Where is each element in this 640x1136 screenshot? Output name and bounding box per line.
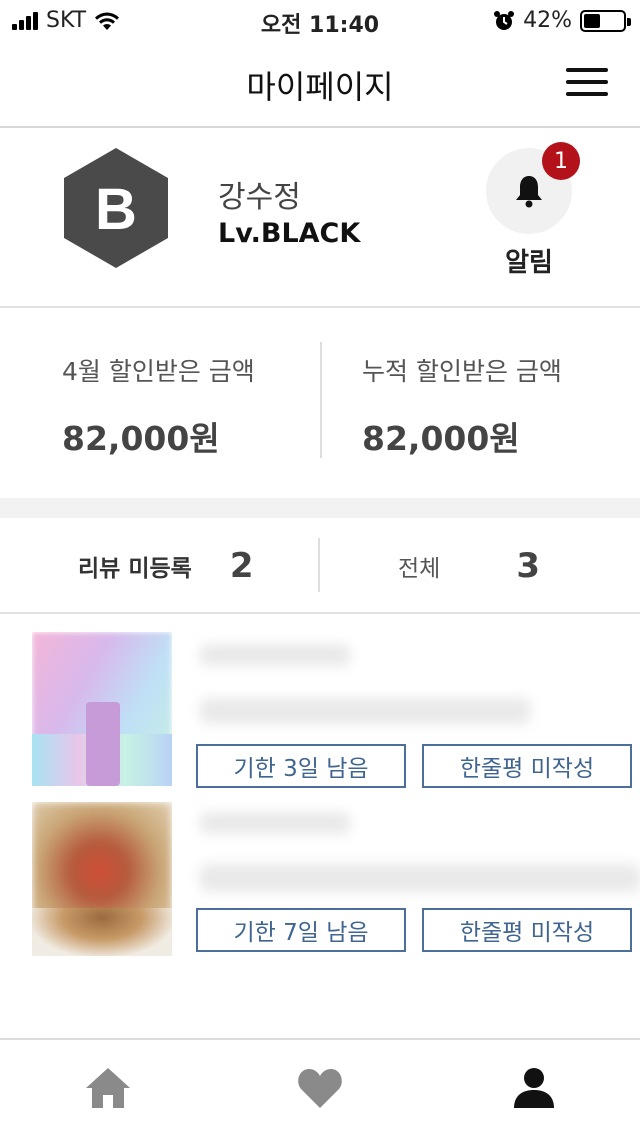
total-discount-label: 누적 할인받은 금액	[362, 357, 562, 386]
blurred-brand	[200, 812, 350, 834]
user-name: 강수정	[218, 180, 301, 215]
user-icon[interactable]	[510, 1064, 558, 1112]
monthly-discount: 4월 할인받은 금액 82,000원	[62, 352, 255, 460]
review-status-tag[interactable]: 한줄평 미작성	[422, 908, 632, 952]
battery-icon	[580, 9, 631, 32]
profile-section: B 강수정 Lv.BLACK 1 알림	[0, 130, 640, 308]
tab-review-unregistered-count: 2	[229, 546, 254, 586]
list-item[interactable]: 기한 3일 남음 한줄평 미작성	[0, 630, 640, 790]
blurred-product-name	[200, 698, 530, 724]
status-bar: SKT 오전 11:40 42%	[0, 0, 640, 40]
notification-button[interactable]: 1 알림	[486, 142, 580, 279]
tab-review-all-count: 3	[516, 546, 540, 586]
blurred-product-name	[200, 864, 640, 892]
grade-badge-icon: B	[64, 148, 168, 268]
discount-summary: 4월 할인받은 금액 82,000원 누적 할인받은 금액 82,000원	[0, 310, 640, 498]
divider	[318, 538, 320, 592]
tab-review-all[interactable]: 전체 3	[398, 546, 540, 586]
product-thumbnail	[32, 802, 172, 956]
heart-icon[interactable]	[296, 1064, 344, 1112]
battery-percent: 42%	[523, 8, 572, 33]
notification-count-badge: 1	[542, 142, 580, 180]
home-icon[interactable]	[84, 1064, 132, 1112]
total-discount: 누적 할인받은 금액 82,000원	[362, 352, 562, 460]
monthly-discount-value: 82,000원	[62, 419, 220, 458]
tab-review-unregistered-label: 리뷰 미등록	[78, 556, 192, 582]
deadline-tag[interactable]: 기한 3일 남음	[196, 744, 406, 788]
product-thumbnail	[32, 632, 172, 786]
monthly-discount-label: 4월 할인받은 금액	[62, 357, 255, 386]
list-item[interactable]: 기한 7일 남음 한줄평 미작성	[0, 802, 640, 962]
tab-review-unregistered[interactable]: 리뷰 미등록 2	[78, 546, 253, 586]
deadline-tag[interactable]: 기한 7일 남음	[196, 908, 406, 952]
tab-review-all-label: 전체	[398, 556, 441, 582]
menu-icon[interactable]	[566, 68, 608, 96]
alarm-clock-icon	[494, 10, 515, 30]
total-discount-value: 82,000원	[362, 419, 520, 458]
review-tabs: 리뷰 미등록 2 전체 3	[0, 518, 640, 614]
notification-label: 알림	[505, 248, 553, 278]
divider	[320, 342, 322, 458]
bottom-tab-bar	[0, 1038, 640, 1136]
page-title: 마이페이지	[246, 68, 394, 106]
grade-letter: B	[95, 177, 137, 242]
blurred-brand	[200, 644, 350, 666]
nav-bar: 마이페이지	[0, 40, 640, 128]
review-status-tag[interactable]: 한줄평 미작성	[422, 744, 632, 788]
section-separator	[0, 498, 640, 518]
user-level: Lv.BLACK	[218, 218, 361, 249]
bell-icon	[516, 176, 542, 208]
